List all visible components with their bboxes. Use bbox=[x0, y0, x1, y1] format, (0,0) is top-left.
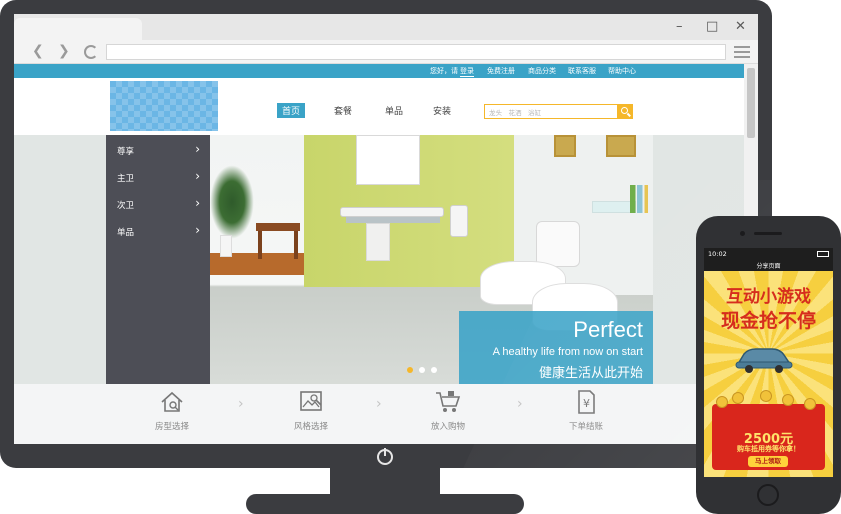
nav-install[interactable]: 安装 bbox=[428, 103, 456, 118]
help-center-link[interactable]: 帮助中心 bbox=[608, 66, 636, 76]
house-search-icon bbox=[158, 388, 186, 416]
login-link[interactable]: 登录 bbox=[460, 66, 474, 77]
menu-icon[interactable] bbox=[734, 46, 750, 58]
chevron-right-icon: › bbox=[195, 169, 200, 183]
sink bbox=[340, 207, 444, 217]
site-header: 首页 套餐 单品 安装 龙头 花洒 浴缸 bbox=[14, 78, 744, 135]
step-label: 放入购物 bbox=[430, 422, 465, 432]
categories-link[interactable]: 商品分类 bbox=[528, 66, 556, 76]
red-envelope[interactable]: 2500元 购车抵用券等你拿！ 马上领取 bbox=[712, 390, 825, 470]
step-label: 房型选择 bbox=[154, 422, 189, 432]
svg-text:¥: ¥ bbox=[583, 397, 590, 410]
sidebar-item-master-bath[interactable]: 主卫 › bbox=[106, 164, 210, 191]
address-bar[interactable] bbox=[106, 44, 726, 60]
chevron-right-icon: › bbox=[517, 396, 523, 412]
camera-icon bbox=[740, 231, 745, 236]
battery-icon bbox=[817, 251, 829, 257]
picture-search-icon bbox=[297, 388, 325, 416]
category-sidebar: 尊享 › 主卫 › 次卫 › 单品 › bbox=[106, 135, 210, 384]
step-label: 下单结账 bbox=[568, 422, 603, 432]
power-icon bbox=[377, 448, 393, 465]
coin-icon bbox=[804, 398, 816, 410]
greeting-text: 您好，请 bbox=[430, 67, 458, 75]
car-icon bbox=[735, 348, 793, 373]
mirror bbox=[356, 135, 420, 185]
phone-time: 10:02 bbox=[708, 250, 727, 258]
search-button[interactable] bbox=[617, 104, 633, 119]
home-button[interactable] bbox=[757, 484, 779, 506]
step-add-to-cart[interactable]: 放入购物 bbox=[408, 388, 488, 444]
monitor-screen: – □ ✕ ❮ ❯ 您好，请 登录 免费注册 商品分类 联系客服 帮助中心 首页 bbox=[14, 14, 758, 444]
prize-text: 购车抵用券等你拿！ bbox=[737, 445, 800, 453]
reload-icon[interactable] bbox=[84, 45, 98, 59]
sidebar-item-label: 主卫 bbox=[117, 174, 135, 184]
game-headline: 互动小游戏 bbox=[726, 287, 811, 307]
speaker bbox=[754, 232, 782, 235]
browser-toolbar: ❮ ❯ bbox=[14, 40, 758, 64]
desktop-monitor: – □ ✕ ❮ ❯ 您好，请 登录 免费注册 商品分类 联系客服 帮助中心 首页 bbox=[0, 0, 772, 468]
claim-button[interactable]: 马上领取 bbox=[748, 456, 788, 467]
sidebar-item-label: 次卫 bbox=[117, 201, 135, 211]
step-house-type[interactable]: 房型选择 bbox=[132, 388, 212, 444]
chevron-right-icon: › bbox=[195, 223, 200, 237]
monitor-base bbox=[246, 494, 524, 514]
chevron-right-icon: › bbox=[195, 142, 200, 156]
phone-title-bar: 分享页面 bbox=[704, 260, 833, 271]
phone-screen: 10:02 分享页面 互动小游戏 现金抢不停 2500元 购车抵用券等你拿！ 马… bbox=[704, 248, 833, 477]
back-icon[interactable]: ❮ bbox=[32, 43, 44, 59]
step-checkout[interactable]: ¥ 下单结账 bbox=[546, 388, 626, 444]
browser-tab[interactable] bbox=[14, 18, 142, 40]
coin-icon bbox=[760, 390, 772, 402]
banner-title: Perfect bbox=[573, 317, 643, 342]
phone-status-bar: 10:02 bbox=[704, 248, 833, 260]
maximize-icon[interactable]: □ bbox=[706, 19, 718, 34]
slide-dot[interactable] bbox=[419, 367, 425, 373]
hero-banner: 尊享 › 主卫 › 次卫 › 单品 › Perfect A healthy li… bbox=[14, 135, 744, 384]
mobile-phone: 10:02 分享页面 互动小游戏 现金抢不停 2500元 购车抵用券等你拿！ 马… bbox=[696, 216, 841, 514]
plant bbox=[210, 165, 254, 239]
sidebar-item-label: 尊享 bbox=[117, 147, 135, 157]
site-topbar: 您好，请 登录 免费注册 商品分类 联系客服 帮助中心 bbox=[14, 64, 744, 78]
slide-dot[interactable] bbox=[431, 367, 437, 373]
step-label: 风格选择 bbox=[293, 422, 328, 432]
banner-subtitle-en: A healthy life from now on start bbox=[492, 346, 643, 358]
chevron-right-icon: › bbox=[238, 396, 244, 412]
customer-service-link[interactable]: 联系客服 bbox=[568, 66, 596, 76]
banner-subtitle-cn: 健康生活从此开始 bbox=[538, 366, 643, 381]
browser-titlebar: – □ ✕ bbox=[14, 14, 758, 40]
nav-home[interactable]: 首页 bbox=[277, 103, 306, 118]
search-input[interactable]: 龙头 花洒 浴缸 bbox=[484, 104, 633, 119]
step-style[interactable]: 风格选择 bbox=[271, 388, 351, 444]
coin-icon bbox=[732, 392, 744, 404]
sidebar-item-label: 单品 bbox=[117, 228, 135, 238]
nav-single-item[interactable]: 单品 bbox=[380, 103, 408, 118]
close-icon[interactable]: ✕ bbox=[735, 19, 746, 34]
sidebar-item-single[interactable]: 单品 › bbox=[106, 218, 210, 245]
coin-icon bbox=[782, 394, 794, 406]
slide-dot[interactable] bbox=[407, 367, 413, 373]
search-placeholder: 龙头 花洒 浴缸 bbox=[489, 109, 541, 117]
phone-page-title: 分享页面 bbox=[756, 263, 781, 270]
game-subheadline: 现金抢不停 bbox=[720, 310, 816, 332]
purchase-steps: 房型选择 › 风格选择 › 放入购物 › ¥ 下单结账 bbox=[14, 384, 744, 444]
cart-icon bbox=[434, 388, 462, 416]
sidebar-item-guest-bath[interactable]: 次卫 › bbox=[106, 191, 210, 218]
yuan-bill-icon: ¥ bbox=[572, 388, 600, 416]
banner-caption: Perfect A healthy life from now on start… bbox=[459, 311, 653, 384]
nav-package[interactable]: 套餐 bbox=[329, 103, 357, 118]
chevron-right-icon: › bbox=[195, 196, 200, 210]
chevron-right-icon: › bbox=[376, 396, 382, 412]
forward-icon[interactable]: ❯ bbox=[58, 43, 70, 59]
coin-icon bbox=[716, 396, 728, 408]
minimize-icon[interactable]: – bbox=[676, 19, 683, 34]
site-logo[interactable] bbox=[110, 81, 218, 131]
register-link[interactable]: 免费注册 bbox=[487, 66, 515, 76]
scrollbar-thumb[interactable] bbox=[747, 68, 755, 138]
sidebar-item-premium[interactable]: 尊享 › bbox=[106, 137, 210, 164]
